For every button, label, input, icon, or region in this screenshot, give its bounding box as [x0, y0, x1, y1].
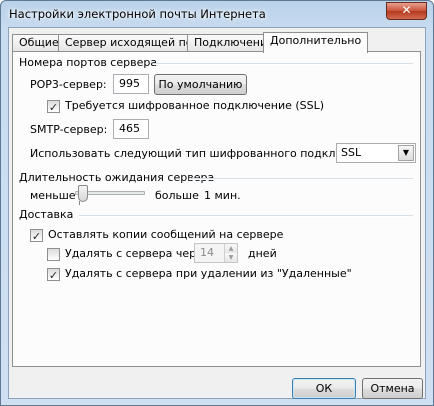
- ssl-required-checkbox[interactable]: ✓: [47, 100, 60, 113]
- slider-thumb[interactable]: [78, 185, 88, 202]
- remove-after-label: Удалять с сервера через: [65, 247, 209, 260]
- ports-group-divider: [153, 63, 413, 65]
- remove-after-days-stepper[interactable]: 14 ▲ ▼: [194, 243, 238, 263]
- timeout-less-label: меньше: [30, 189, 76, 202]
- window-title: Настройки электронной почты Интернета: [9, 7, 266, 21]
- checkmark-icon: ✓: [48, 101, 59, 114]
- smtp-port-input[interactable]: 465: [113, 119, 149, 139]
- advanced-tab-panel: Номера портов сервера POP3-сервер: 995 П…: [12, 51, 421, 367]
- slider-tick: [79, 201, 80, 205]
- timeout-value-text: 1 мин.: [204, 189, 241, 202]
- ok-button[interactable]: ОК: [292, 378, 356, 399]
- keep-copies-checkbox[interactable]: ✓: [30, 229, 43, 242]
- encryption-type-label: Использовать следующий тип шифрованного …: [30, 147, 383, 160]
- title-bar[interactable]: Настройки электронной почты Интернета ✕: [1, 1, 433, 27]
- encryption-type-select[interactable]: SSL ▼: [336, 143, 416, 163]
- days-label: дней: [248, 247, 277, 260]
- remove-on-delete-checkbox[interactable]: ✓: [47, 268, 60, 281]
- remove-on-delete-label: Удалять с сервера при удалении из "Удале…: [65, 267, 352, 280]
- chevron-down-icon: ▼: [398, 145, 414, 161]
- spin-up-icon[interactable]: ▲: [224, 244, 237, 253]
- ports-group-label: Номера портов сервера: [19, 56, 158, 69]
- encryption-type-value: SSL: [341, 146, 362, 159]
- dialog-window: Настройки электронной почты Интернета ✕ …: [0, 0, 434, 406]
- tab-advanced[interactable]: Дополнительно: [263, 32, 369, 53]
- spin-down-icon[interactable]: ▼: [224, 253, 237, 262]
- delivery-group-label: Доставка: [19, 208, 74, 221]
- pop3-port-input[interactable]: 995: [113, 74, 149, 94]
- remove-after-days-value: 14: [200, 246, 214, 259]
- keep-copies-label: Оставлять копии сообщений на сервере: [48, 228, 284, 241]
- timeout-group-divider: [189, 178, 413, 180]
- smtp-label: SMTP-сервер:: [30, 123, 108, 136]
- cancel-button[interactable]: Отмена: [362, 378, 423, 399]
- default-ports-button[interactable]: По умолчанию: [154, 74, 247, 95]
- close-icon: ✕: [401, 3, 412, 17]
- timeout-group-label: Длительность ожидания сервера: [19, 171, 215, 184]
- close-button[interactable]: ✕: [386, 2, 427, 20]
- dialog-client-area: Общие Сервер исходящей почты Подключение…: [8, 27, 426, 399]
- remove-after-checkbox[interactable]: [47, 248, 60, 261]
- checkmark-icon: ✓: [48, 269, 59, 282]
- pop3-label: POP3-сервер:: [30, 78, 107, 91]
- checkmark-icon: ✓: [31, 230, 42, 243]
- delivery-group-divider: [79, 215, 413, 217]
- ssl-required-label: Требуется шифрованное подключение (SSL): [65, 99, 325, 112]
- timeout-more-label: больше: [155, 189, 199, 202]
